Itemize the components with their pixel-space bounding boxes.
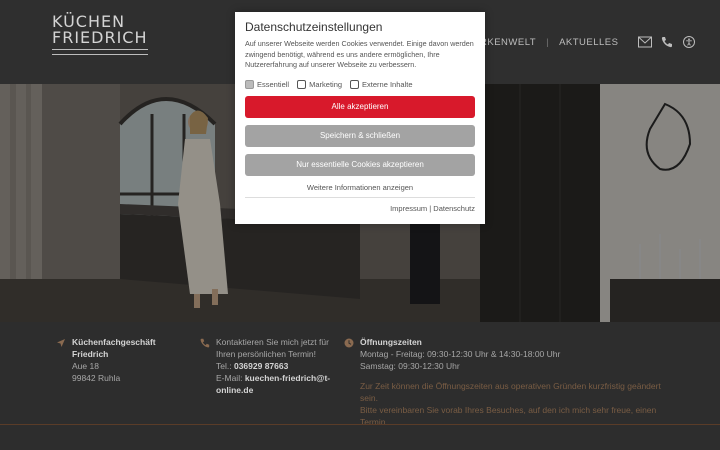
checkbox-marketing[interactable]: Marketing — [297, 79, 343, 89]
nav-item-markenwelt[interactable]: RKENWELT — [480, 37, 536, 48]
contact-block: Kontaktieren Sie mich jetzt für Ihren pe… — [216, 336, 336, 396]
logo-rule — [52, 54, 148, 55]
page: KÜCHEN FRIEDRICH RKENWELT | AKTUELLES Kü… — [0, 0, 720, 450]
clock-icon — [344, 338, 354, 348]
logo-text-line2: FRIEDRICH — [52, 28, 148, 47]
header-icons — [638, 36, 696, 48]
hours-note: Zur Zeit können die Öffnungszeiten aus o… — [360, 380, 680, 428]
address-street: Aue 18 — [72, 361, 99, 371]
phone-icon[interactable] — [660, 36, 674, 48]
contact-line-1: Kontaktieren Sie mich jetzt für — [216, 337, 329, 347]
checkbox-external-box[interactable] — [350, 79, 360, 89]
hours-weekdays: Montag - Freitag: 09:30-12:30 Uhr & 14:3… — [360, 349, 561, 359]
address-title-2: Friedrich — [72, 349, 109, 359]
link-separator: | — [429, 203, 432, 213]
address-block: Küchenfachgeschäft Friedrich Aue 18 9984… — [72, 336, 172, 384]
address-title-1: Küchenfachgeschäft — [72, 337, 156, 347]
contact-line-2: Ihren persönlichen Termin! — [216, 349, 317, 359]
tel-label: Tel.: — [216, 361, 232, 371]
hours-note-1: Zur Zeit können die Öffnungszeiten aus o… — [360, 381, 661, 403]
accept-all-button[interactable]: Alle akzeptieren — [245, 95, 475, 118]
accept-essential-button[interactable]: Nur essentielle Cookies akzeptieren — [245, 153, 475, 176]
privacy-link[interactable]: Datenschutz — [433, 204, 475, 213]
footer-divider — [0, 424, 720, 425]
email-label: E-Mail: — [216, 373, 243, 383]
nav-separator: | — [546, 37, 550, 48]
checkbox-essential-box[interactable] — [245, 79, 254, 89]
cookie-category-checkboxes: Essentiell Marketing Externe Inhalte — [245, 79, 475, 89]
impressum-link[interactable]: Impressum — [390, 204, 427, 213]
hours-block: Öffnungszeiten Montag - Freitag: 09:30-1… — [360, 336, 680, 428]
logo[interactable]: KÜCHEN FRIEDRICH — [52, 14, 148, 55]
more-info-link[interactable]: Weitere Informationen anzeigen — [245, 183, 475, 192]
checkbox-external[interactable]: Externe Inhalte — [350, 79, 413, 89]
contact-info-section: Küchenfachgeschäft Friedrich Aue 18 9984… — [0, 322, 720, 450]
mail-icon[interactable] — [638, 36, 652, 48]
accessibility-icon[interactable] — [682, 36, 696, 48]
hours-saturday: Samstag: 09:30-12:30 Uhr — [360, 361, 460, 371]
checkbox-essential[interactable]: Essentiell — [245, 79, 290, 89]
checkbox-marketing-box[interactable] — [297, 79, 307, 89]
save-close-button[interactable]: Speichern & schließen — [245, 124, 475, 147]
hours-title: Öffnungszeiten — [360, 337, 422, 347]
nav-item-aktuelles[interactable]: AKTUELLES — [559, 37, 618, 48]
phone-icon — [200, 338, 210, 348]
logo-rule — [52, 49, 148, 50]
location-arrow-icon — [57, 339, 65, 347]
address-city: 99842 Ruhla — [72, 373, 121, 383]
modal-description: Auf unserer Webseite werden Cookies verw… — [245, 39, 474, 69]
modal-title: Datenschutzeinstellungen — [245, 20, 383, 34]
cookie-consent-modal: Datenschutzeinstellungen Auf unserer Web… — [235, 12, 485, 224]
modal-footer-links: Impressum | Datenschutz — [245, 204, 475, 213]
main-nav: RKENWELT | AKTUELLES — [480, 37, 618, 48]
checkbox-marketing-label: Marketing — [309, 79, 343, 89]
modal-divider — [245, 196, 475, 198]
tel-link[interactable]: 036929 87663 — [234, 361, 288, 371]
checkbox-essential-label: Essentiell — [257, 79, 290, 89]
checkbox-external-label: Externe Inhalte — [362, 79, 413, 89]
